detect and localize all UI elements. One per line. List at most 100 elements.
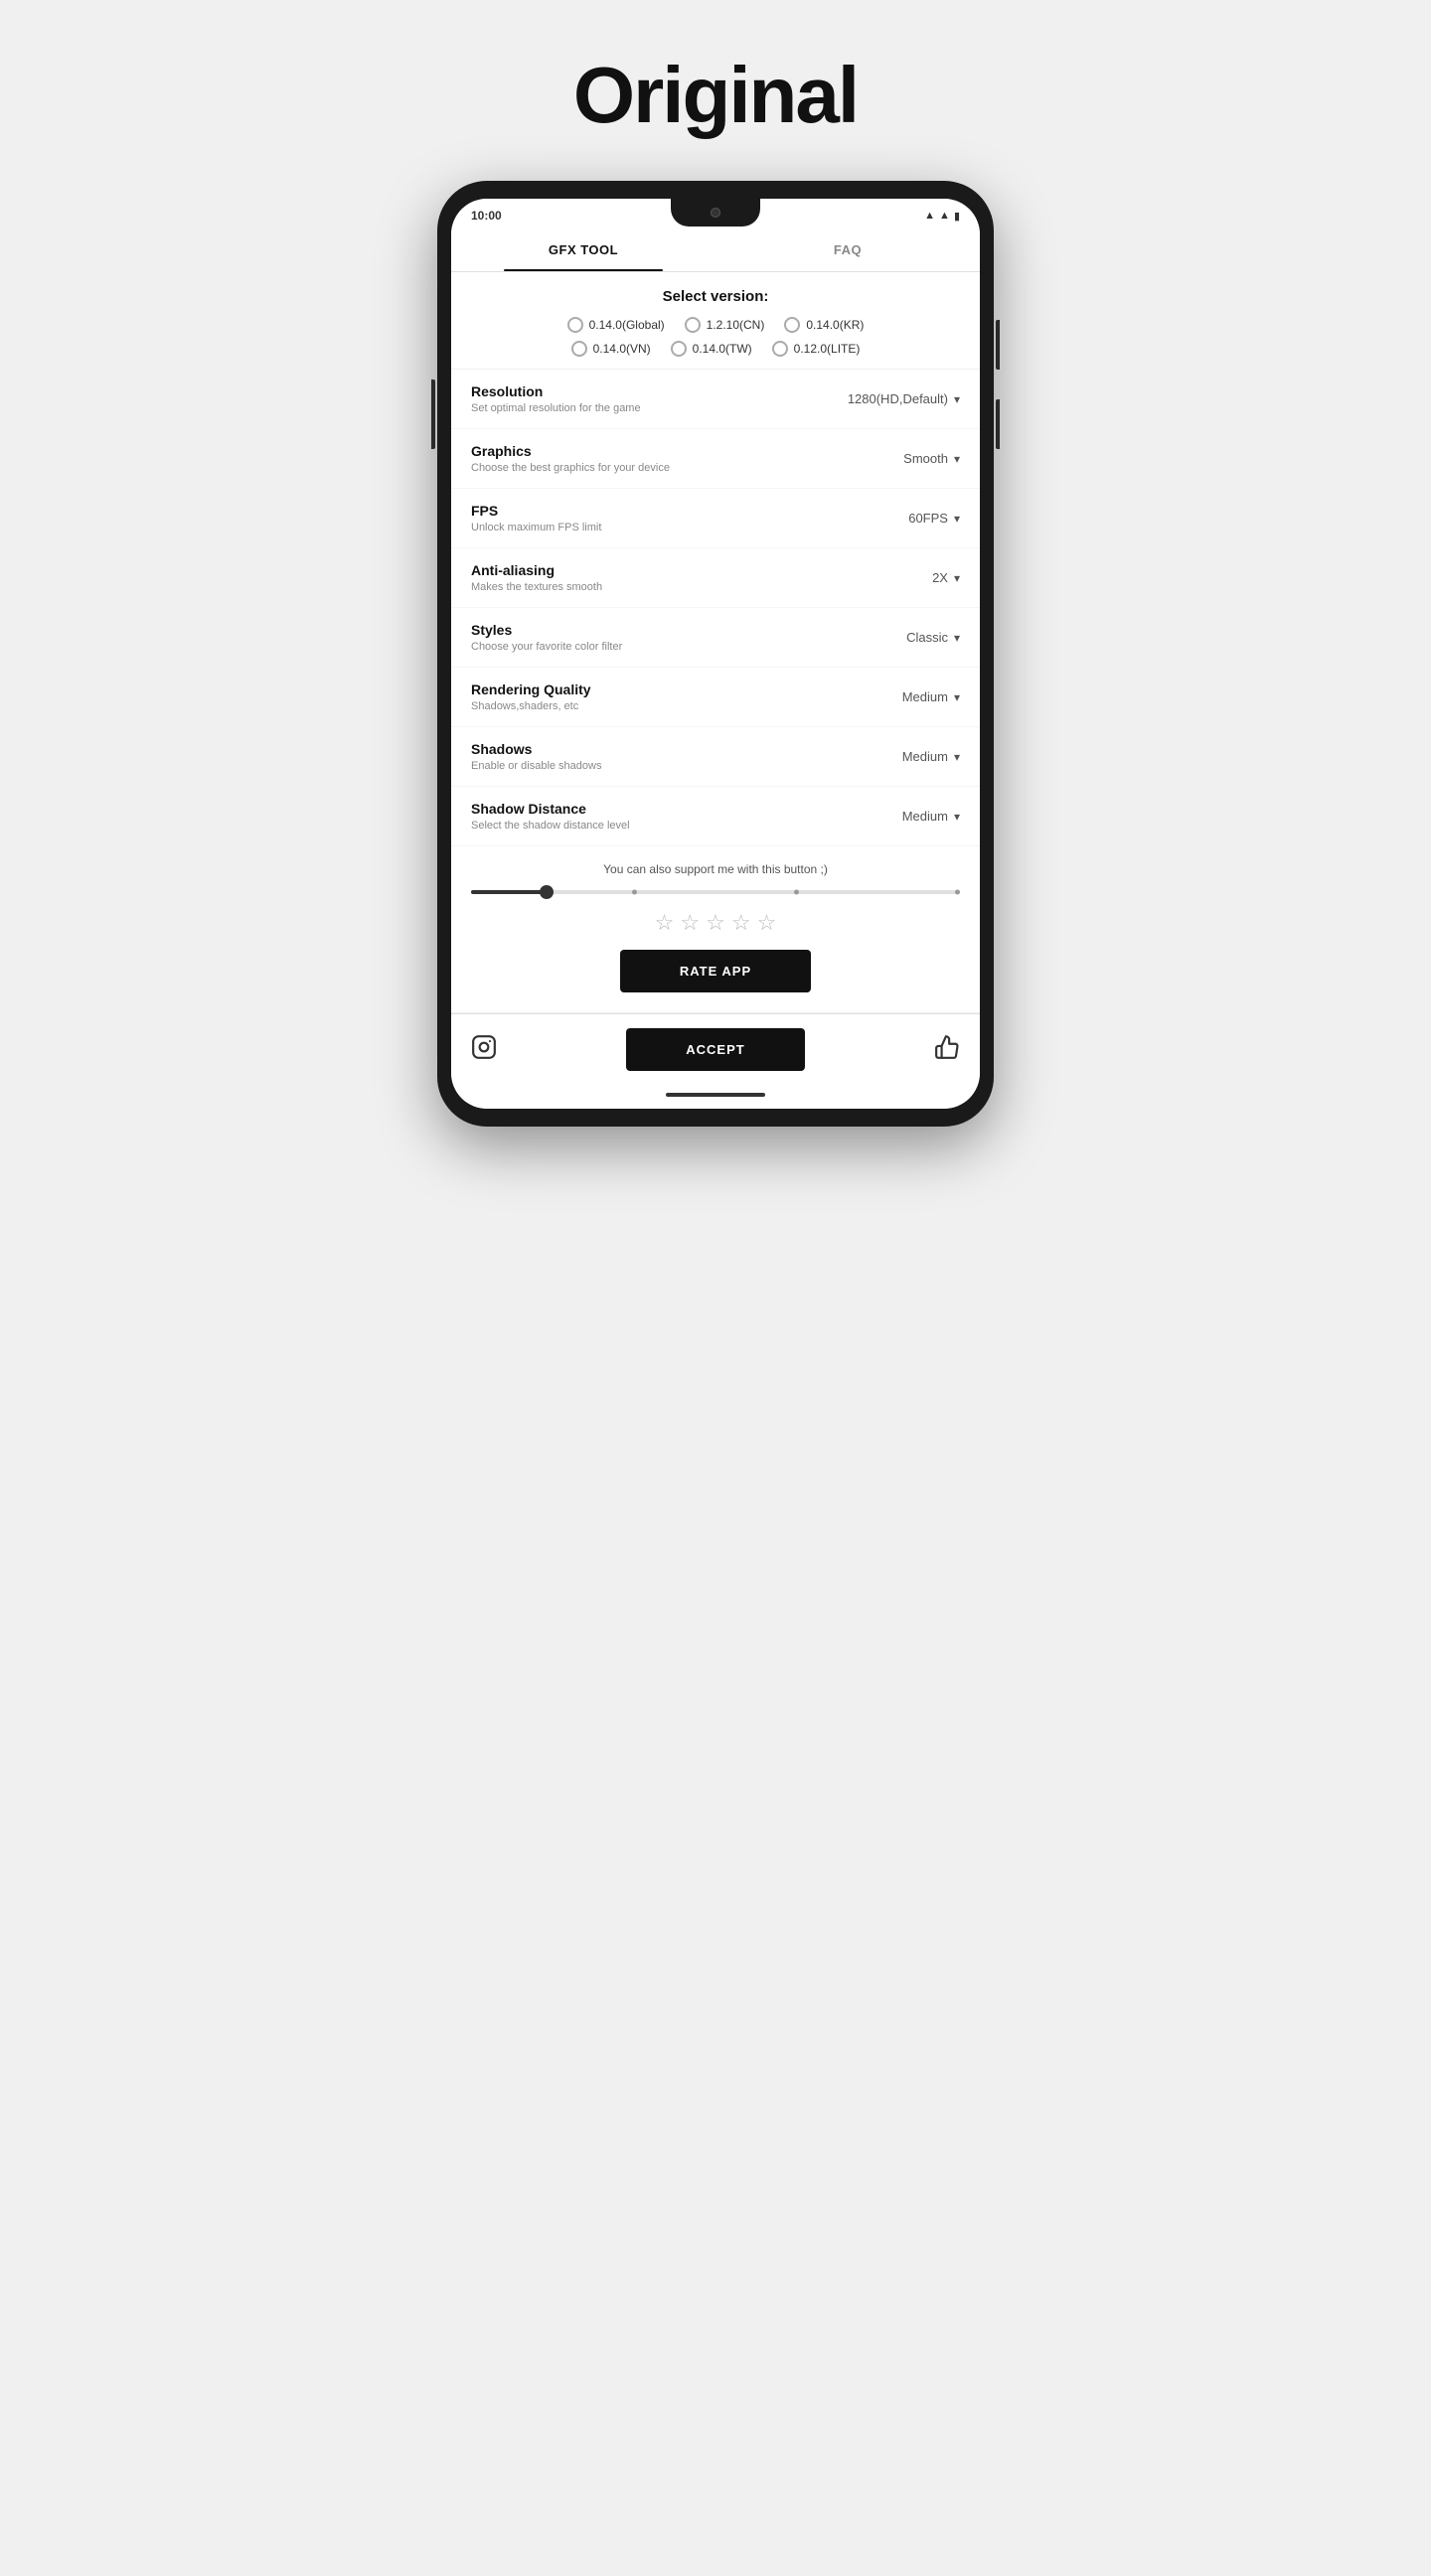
version-option-global[interactable]: 0.14.0(Global) [567, 317, 665, 333]
slider-dot [955, 890, 960, 895]
setting-rendering-quality-dropdown[interactable]: Medium ▾ [841, 689, 960, 704]
setting-shadow-distance-value: Medium [902, 809, 948, 824]
notch [671, 199, 760, 227]
volume-button [996, 399, 1000, 449]
star-4[interactable]: ☆ [731, 910, 751, 936]
radio-tw[interactable] [671, 341, 687, 357]
setting-fps-dropdown[interactable]: 60FPS ▾ [841, 511, 960, 526]
setting-graphics-dropdown[interactable]: Smooth ▾ [841, 451, 960, 466]
version-row-2: 0.14.0(VN) 0.14.0(TW) 0.12.0(LITE) [571, 341, 861, 357]
setting-rendering-quality: Rendering Quality Shadows,shaders, etc M… [451, 668, 980, 727]
rate-app-button[interactable]: RATE APP [620, 950, 811, 992]
setting-fps-label: FPS [471, 503, 841, 519]
power-button [996, 320, 1000, 370]
setting-resolution-value: 1280(HD,Default) [848, 391, 948, 406]
tab-faq[interactable]: FAQ [716, 228, 980, 271]
main-content: Select version: 0.14.0(Global) 1.2.10(CN… [451, 272, 980, 1013]
setting-shadow-distance-desc: Select the shadow distance level [471, 820, 841, 832]
setting-fps-desc: Unlock maximum FPS limit [471, 522, 841, 533]
setting-anti-aliasing-desc: Makes the textures smooth [471, 581, 841, 593]
setting-styles-left: Styles Choose your favorite color filter [471, 622, 841, 653]
radio-global[interactable] [567, 317, 583, 333]
status-time: 10:00 [471, 209, 502, 223]
setting-fps-value: 60FPS [908, 511, 948, 526]
status-bar: 10:00 ▲ ▲ ▮ [451, 199, 980, 228]
version-row-1: 0.14.0(Global) 1.2.10(CN) 0.14.0(KR) [567, 317, 865, 333]
chevron-down-icon: ▾ [954, 571, 960, 585]
radio-kr[interactable] [784, 317, 800, 333]
accept-button[interactable]: ACCEPT [626, 1028, 804, 1071]
star-5[interactable]: ☆ [757, 910, 777, 936]
chevron-down-icon: ▾ [954, 810, 960, 824]
support-text: You can also support me with this button… [471, 862, 960, 876]
setting-graphics-left: Graphics Choose the best graphics for yo… [471, 443, 841, 474]
tab-gfx-tool[interactable]: GFX TOOL [451, 228, 716, 271]
radio-lite[interactable] [772, 341, 788, 357]
chevron-down-icon: ▾ [954, 690, 960, 704]
slider-dot [632, 890, 637, 895]
setting-shadow-distance-left: Shadow Distance Select the shadow distan… [471, 801, 841, 832]
setting-resolution: Resolution Set optimal resolution for th… [451, 370, 980, 429]
status-icons: ▲ ▲ ▮ [924, 210, 960, 223]
setting-styles-desc: Choose your favorite color filter [471, 641, 841, 653]
page-title: Original [573, 50, 858, 141]
setting-anti-aliasing-dropdown[interactable]: 2X ▾ [841, 570, 960, 585]
chevron-down-icon: ▾ [954, 452, 960, 466]
tab-bar: GFX TOOL FAQ [451, 228, 980, 272]
setting-fps-left: FPS Unlock maximum FPS limit [471, 503, 841, 533]
version-option-vn[interactable]: 0.14.0(VN) [571, 341, 651, 357]
chevron-down-icon: ▾ [954, 631, 960, 645]
setting-anti-aliasing-left: Anti-aliasing Makes the textures smooth [471, 562, 841, 593]
bottom-bar: ACCEPT [451, 1013, 980, 1085]
thumbs-up-icon[interactable] [934, 1034, 960, 1066]
setting-resolution-left: Resolution Set optimal resolution for th… [471, 383, 841, 414]
setting-shadow-distance-dropdown[interactable]: Medium ▾ [841, 809, 960, 824]
setting-graphics-label: Graphics [471, 443, 841, 459]
version-title: Select version: [471, 288, 960, 305]
battery-icon: ▮ [954, 210, 960, 223]
chevron-down-icon: ▾ [954, 750, 960, 764]
star-3[interactable]: ☆ [706, 910, 725, 936]
setting-shadows-left: Shadows Enable or disable shadows [471, 741, 841, 772]
setting-styles: Styles Choose your favorite color filter… [451, 608, 980, 668]
setting-graphics: Graphics Choose the best graphics for yo… [451, 429, 980, 489]
setting-fps: FPS Unlock maximum FPS limit 60FPS ▾ [451, 489, 980, 548]
version-option-cn[interactable]: 1.2.10(CN) [685, 317, 765, 333]
volume-left-button [431, 379, 435, 449]
chevron-down-icon: ▾ [954, 392, 960, 406]
instagram-icon[interactable] [471, 1034, 497, 1066]
setting-resolution-desc: Set optimal resolution for the game [471, 402, 841, 414]
home-indicator-bar [451, 1085, 980, 1109]
setting-rendering-quality-value: Medium [902, 689, 948, 704]
setting-resolution-dropdown[interactable]: 1280(HD,Default) ▾ [841, 391, 960, 406]
chevron-down-icon: ▾ [954, 512, 960, 526]
star-2[interactable]: ☆ [680, 910, 700, 936]
version-section: Select version: 0.14.0(Global) 1.2.10(CN… [451, 272, 980, 370]
version-option-kr[interactable]: 0.14.0(KR) [784, 317, 864, 333]
radio-vn[interactable] [571, 341, 587, 357]
setting-anti-aliasing: Anti-aliasing Makes the textures smooth … [451, 548, 980, 608]
home-indicator [666, 1093, 765, 1097]
setting-graphics-desc: Choose the best graphics for your device [471, 462, 841, 474]
setting-styles-dropdown[interactable]: Classic ▾ [841, 630, 960, 645]
setting-shadows-dropdown[interactable]: Medium ▾ [841, 749, 960, 764]
setting-styles-label: Styles [471, 622, 841, 638]
version-option-lite[interactable]: 0.12.0(LITE) [772, 341, 861, 357]
setting-shadow-distance-label: Shadow Distance [471, 801, 841, 817]
signal-icon: ▲ [939, 210, 950, 222]
phone-screen: 10:00 ▲ ▲ ▮ GFX TOOL FAQ Select version: [451, 199, 980, 1109]
setting-resolution-label: Resolution [471, 383, 841, 399]
version-option-tw[interactable]: 0.14.0(TW) [671, 341, 752, 357]
setting-anti-aliasing-value: 2X [932, 570, 948, 585]
star-rating[interactable]: ☆ ☆ ☆ ☆ ☆ [471, 910, 960, 936]
setting-rendering-quality-left: Rendering Quality Shadows,shaders, etc [471, 682, 841, 712]
slider-track[interactable] [471, 890, 960, 894]
setting-shadows-value: Medium [902, 749, 948, 764]
slider-dots [471, 890, 960, 895]
radio-cn[interactable] [685, 317, 701, 333]
camera [711, 208, 720, 218]
version-options: 0.14.0(Global) 1.2.10(CN) 0.14.0(KR) [471, 317, 960, 357]
setting-shadows-label: Shadows [471, 741, 841, 757]
setting-shadows-desc: Enable or disable shadows [471, 760, 841, 772]
star-1[interactable]: ☆ [655, 910, 675, 936]
